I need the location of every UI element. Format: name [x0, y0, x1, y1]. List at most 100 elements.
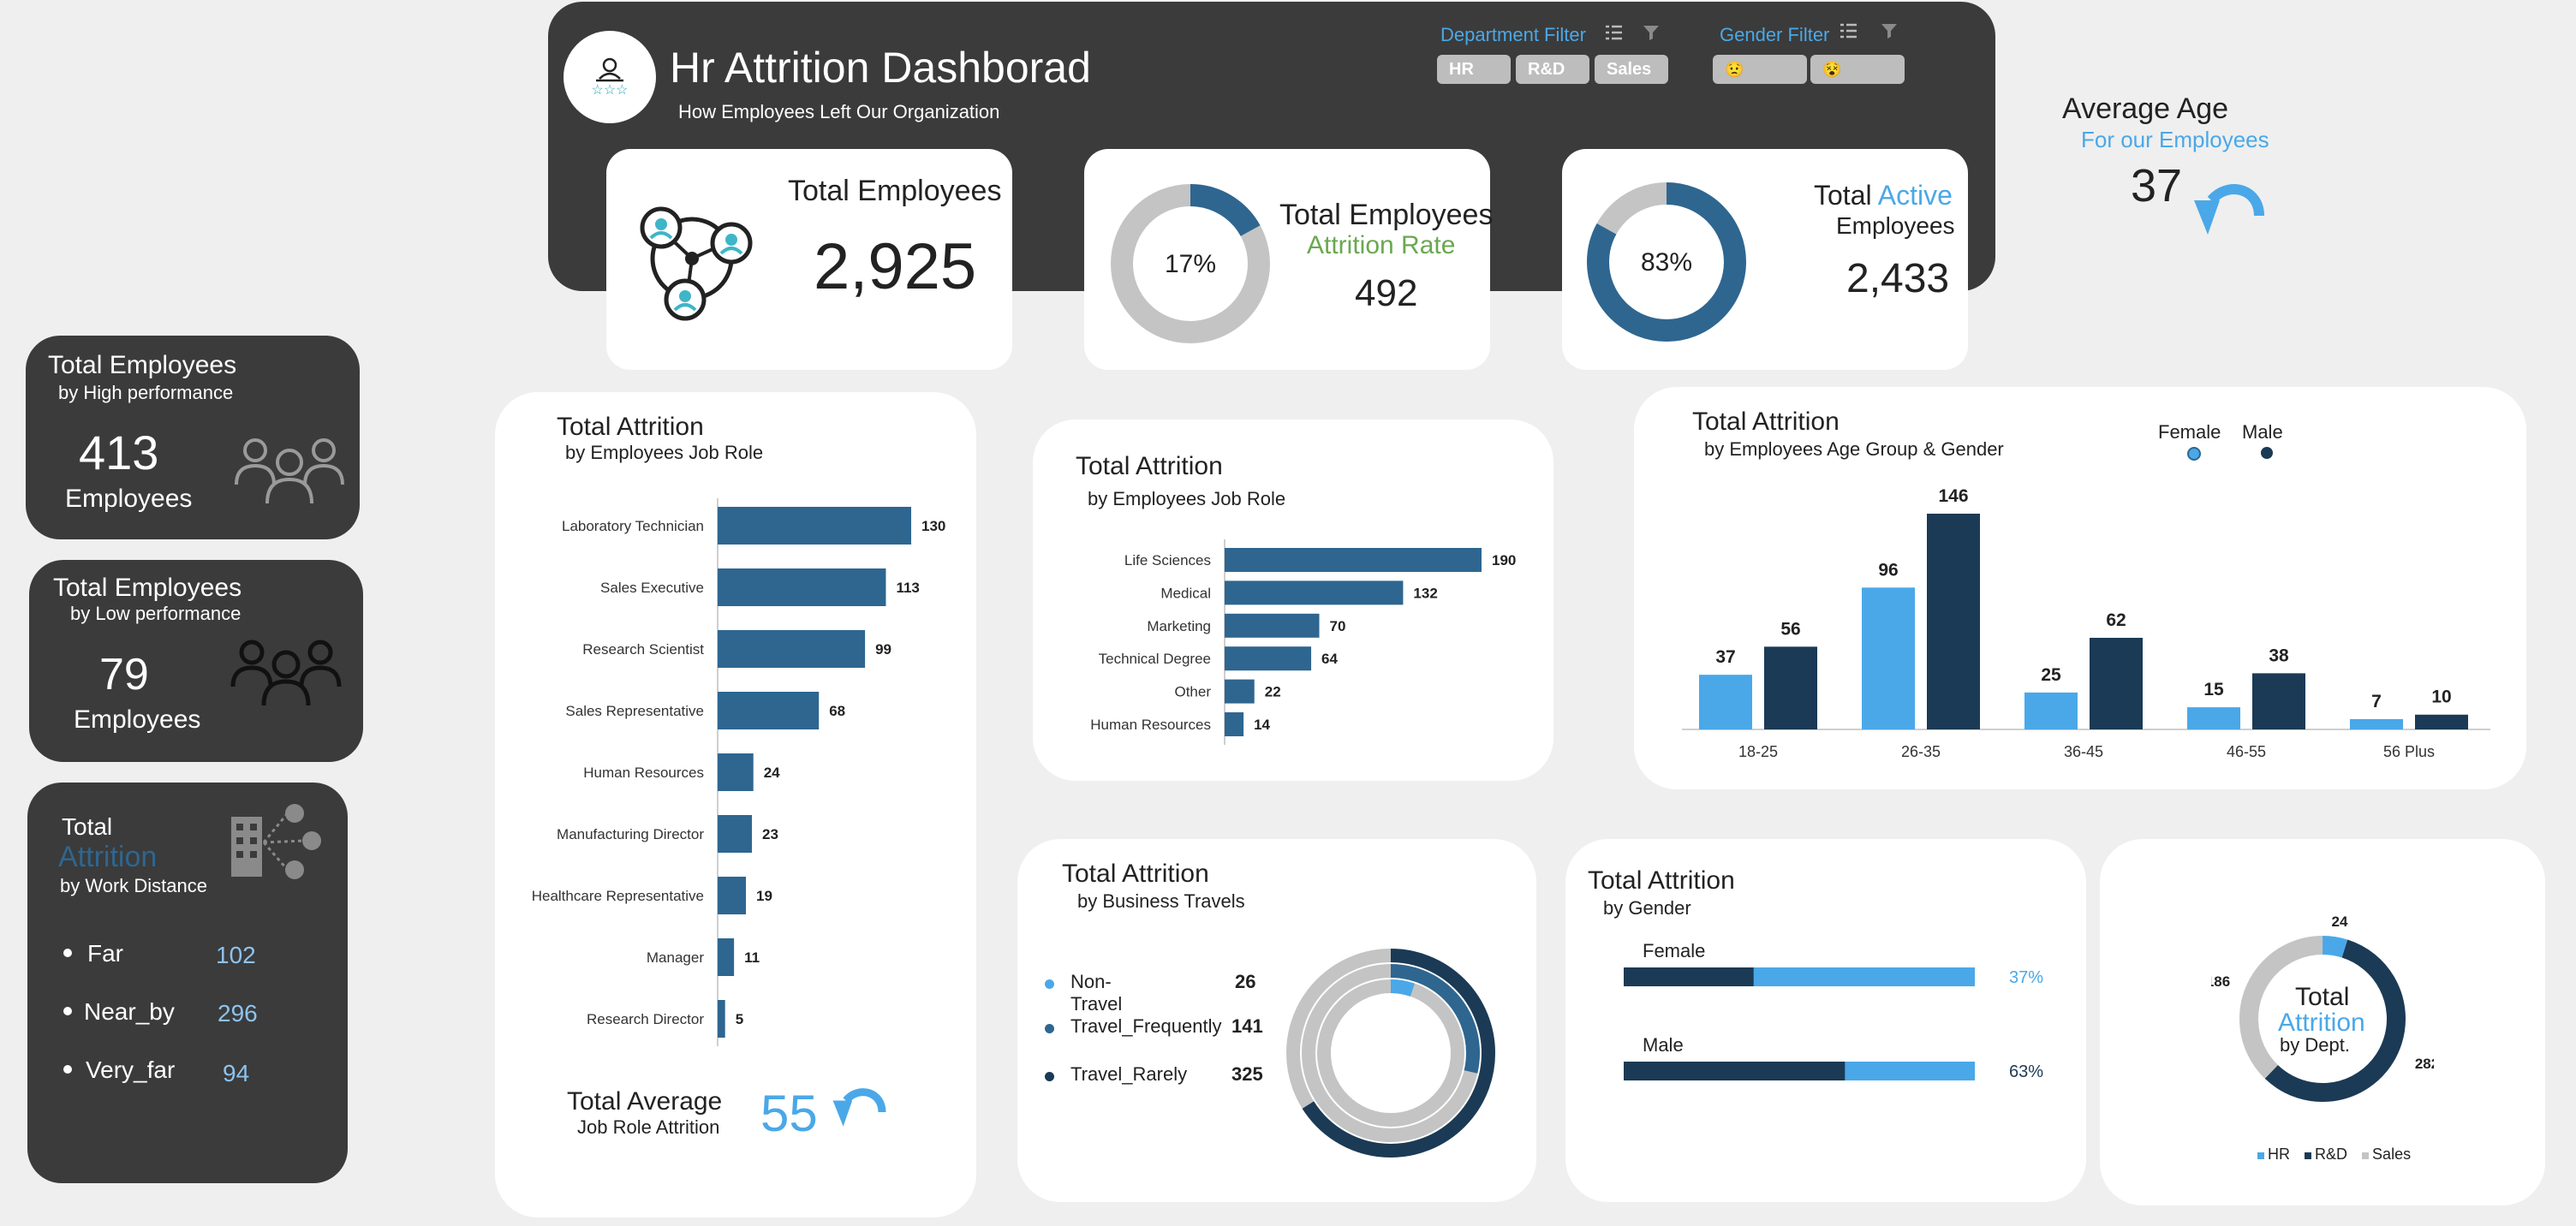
bar: [1624, 967, 1754, 986]
tick-label: 46-55: [2227, 743, 2266, 760]
active-employees-title-accent: Active: [1877, 180, 1953, 211]
data-label: 146: [1938, 486, 1968, 506]
data-label: 25: [2041, 665, 2061, 685]
bullet: [63, 1065, 72, 1074]
dept-legend: HR R&D Sales: [2257, 1146, 2411, 1164]
tick-label: Medical: [1160, 585, 1211, 601]
active-employees-title: Total Active: [1814, 180, 1953, 211]
attrition-rate-value: 492: [1355, 272, 1418, 314]
tick-label: Laboratory Technician: [562, 518, 704, 534]
bullet: [63, 1007, 72, 1015]
bar: [1927, 514, 1980, 729]
legend-item: Sales: [2362, 1146, 2411, 1163]
bar: [2090, 637, 2143, 729]
work-distance-value: 102: [216, 942, 256, 968]
data-label: 14: [1254, 717, 1270, 733]
department-filter-hr[interactable]: HR: [1437, 55, 1511, 84]
chart-title: Total Attrition: [1692, 408, 1840, 436]
legend-dot: [2187, 447, 2201, 461]
bar: [718, 692, 820, 729]
data-label: 282: [2415, 1056, 2434, 1072]
tick-label: Research Director: [587, 1011, 704, 1027]
bullet: [63, 949, 72, 957]
legend-value: 26: [1235, 971, 1256, 992]
active-employees-value: 2,433: [1846, 256, 1950, 301]
legend-swatch: [2257, 1152, 2264, 1159]
legend-dot: [1045, 1072, 1054, 1081]
data-label: 19: [756, 888, 772, 904]
data-label: 99: [875, 641, 891, 658]
attrition-rate-subtitle: Attrition Rate: [1307, 231, 1456, 259]
ring-track: [1317, 979, 1464, 1127]
legend-label: Travel_Rarely: [1070, 1063, 1188, 1085]
average-age-value: 37: [2131, 160, 2183, 211]
chart-title: Total Attrition: [1588, 866, 1735, 895]
education-field-bar-chart: Life Sciences 190 Medical 132 Marketing 70 Tec…: [1090, 539, 1516, 745]
legend-item-male: Male: [2242, 421, 2283, 459]
group-icon: [235, 438, 344, 504]
attrition-rate-donut: 17%: [1111, 184, 1270, 343]
gender-filter-male[interactable]: 😵: [1810, 55, 1905, 84]
total-employees-value: 2,925: [814, 230, 977, 303]
high-performance-value: 413: [79, 426, 159, 479]
bar: [718, 877, 747, 914]
data-label: 130: [921, 518, 945, 534]
bar-label: Female: [1643, 940, 1705, 961]
dept-center-accent: Attrition: [2278, 1009, 2365, 1037]
svg-text:☆☆☆: ☆☆☆: [591, 83, 628, 98]
multi-select-icon[interactable]: [1603, 22, 1625, 45]
department-filter-sales[interactable]: Sales: [1595, 55, 1668, 84]
data-label: 37: [1715, 647, 1735, 667]
low-performance-title: Total Employees: [53, 574, 242, 602]
total-employees-title: Total Employees: [788, 175, 1002, 207]
multi-select-icon[interactable]: [1838, 21, 1860, 43]
data-label: 56: [1780, 619, 1800, 639]
tick-label: Other: [1174, 684, 1211, 700]
gender-filter-female[interactable]: 😟: [1713, 55, 1807, 84]
data-label: 24: [764, 765, 780, 781]
data-label: 113: [896, 580, 919, 596]
bar: [1225, 679, 1255, 704]
legend-label: Non-Travel: [1070, 971, 1123, 1015]
job-role-bar-chart: Laboratory Technician 130 Sales Executive 1…: [532, 498, 945, 1046]
bar: [1699, 675, 1752, 729]
bar: [1225, 712, 1244, 736]
bar-label: Male: [1643, 1034, 1684, 1056]
high-performance-subtitle: by High performance: [58, 382, 234, 403]
work-distance-label: Very_far: [86, 1056, 176, 1083]
clear-filter-icon[interactable]: [1879, 21, 1899, 41]
work-distance-label: Far: [87, 940, 123, 967]
legend-label: Female: [2158, 421, 2221, 443]
gender-bar-chart: Female 37% Male 63%: [1624, 940, 2043, 1081]
data-label: 5: [736, 1011, 743, 1027]
work-distance-subtitle: by Work Distance: [60, 875, 207, 896]
job-role-avg-title: Total Average: [567, 1087, 723, 1116]
clear-filter-icon[interactable]: [1641, 22, 1661, 43]
average-age-subtitle: For our Employees: [2081, 127, 2269, 152]
bar: [718, 630, 866, 668]
legend-label: Travel_Frequently: [1070, 1015, 1222, 1037]
tick-label: 26-35: [1901, 743, 1941, 760]
data-label: 22: [1265, 684, 1281, 700]
attrition-rate-title: Total Employees: [1279, 199, 1494, 231]
department-filter-rnd[interactable]: R&D: [1516, 55, 1589, 84]
work-distance-title: Total: [62, 813, 113, 840]
work-distance-value: 94: [223, 1060, 250, 1086]
data-label: 23: [762, 826, 778, 842]
page-title: Hr Attrition Dashborad: [670, 44, 1091, 92]
bar: [2187, 707, 2240, 729]
average-age-title: Average Age: [2062, 92, 2229, 125]
legend-dot: [2261, 447, 2273, 459]
legend-dot: [1045, 979, 1054, 989]
legend-label: HR: [2268, 1146, 2290, 1163]
bar: [1624, 1062, 1846, 1080]
chart-title: Total Attrition: [1076, 452, 1223, 480]
data-label: 62: [2106, 610, 2126, 630]
legend-item: HR: [2257, 1146, 2290, 1163]
bar: [2350, 718, 2403, 729]
chart-subtitle: by Employees Age Group & Gender: [1704, 438, 2004, 460]
high-performance-title: Total Employees: [48, 351, 237, 379]
bar: [2415, 714, 2468, 729]
age-gender-bar-chart: 37 56 18-25 96 146 26-35 25 62 36-45 15 38 46-55 7 10…: [1682, 486, 2490, 760]
data-label: 186: [2211, 973, 2230, 990]
